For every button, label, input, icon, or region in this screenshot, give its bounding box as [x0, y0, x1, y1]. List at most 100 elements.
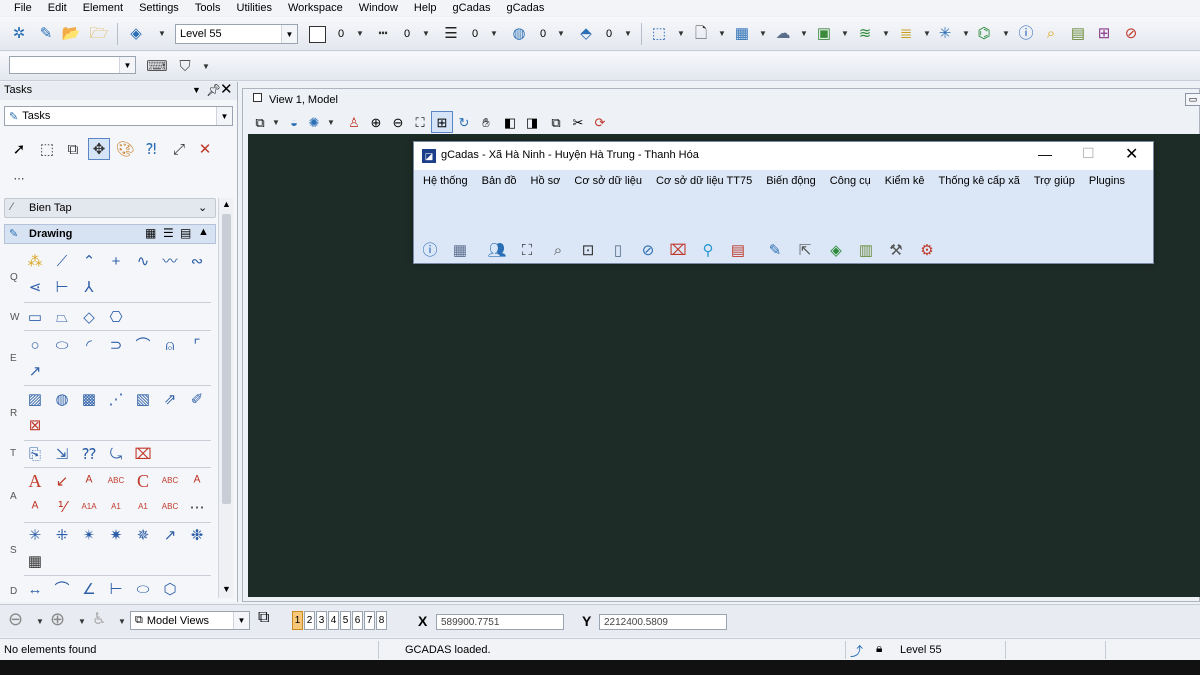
view-list-icon[interactable]: ☰	[163, 226, 174, 240]
cube-icon[interactable]: ⬚	[648, 22, 670, 44]
view-button-4[interactable]: 4	[328, 611, 339, 630]
menu-edit[interactable]: Edit	[38, 2, 73, 14]
new-file-icon[interactable]: ✲	[8, 22, 30, 44]
report-icon[interactable]: ▤	[727, 239, 749, 261]
dialog-menu-ban-do[interactable]: Bản đồ	[475, 175, 524, 187]
text-query-icon[interactable]: ABC	[159, 470, 181, 492]
transparency-globe-icon[interactable]: ◍	[508, 22, 530, 44]
color-swatch-icon[interactable]	[309, 26, 326, 43]
maximize-button[interactable]: ☐	[1082, 145, 1095, 162]
match-pattern-icon[interactable]: ⇗	[159, 388, 181, 410]
info-icon[interactable]: ⓘ	[419, 239, 441, 261]
command-combo[interactable]: ▼	[9, 56, 136, 74]
dialog-menu-kiem-ke[interactable]: Kiểm kê	[878, 175, 932, 187]
view-button-7[interactable]: 7	[364, 611, 375, 630]
chevron-down-icon[interactable]: ▼	[624, 29, 632, 38]
chevron-down-icon[interactable]: ▼	[490, 29, 498, 38]
dialog-menu-thong-ke[interactable]: Thống kê cấp xã	[932, 175, 1027, 187]
book-icon[interactable]: ▥	[855, 239, 877, 261]
copy-view-icon[interactable]: ⧉	[545, 111, 567, 133]
chevron-down-icon[interactable]: ▼	[36, 617, 44, 626]
pan-view-icon[interactable]: ✋︎	[475, 111, 497, 133]
hatch-icon[interactable]: ▨	[24, 388, 46, 410]
chevron-down-icon[interactable]: ▼	[356, 29, 364, 38]
view-detail-icon[interactable]: ▤	[180, 226, 191, 240]
close-button[interactable]: ✕	[1125, 144, 1138, 164]
chevron-down-icon[interactable]: ▼	[281, 25, 297, 43]
chevron-down-icon[interactable]: ▼	[677, 29, 685, 38]
view-button-2[interactable]: 2	[304, 611, 315, 630]
table-icon[interactable]: ▦	[449, 239, 471, 261]
tag-arrow-icon[interactable]: ↗	[159, 524, 181, 546]
rotate-view-icon[interactable]: ↻	[453, 111, 475, 133]
section-bien-tap[interactable]: ⁄ Bien Tap ⌄	[4, 198, 216, 218]
table-icon[interactable]: ▦	[24, 550, 46, 572]
tasks-dropdown[interactable]: ✎ Tasks ▼	[4, 106, 233, 126]
place-text-icon[interactable]: A	[24, 470, 46, 492]
menu-gcadas-2[interactable]: gCadas	[496, 2, 550, 14]
chevron-down-icon[interactable]: ▼	[272, 118, 280, 127]
chevron-down-icon[interactable]: ▼	[557, 29, 565, 38]
priority-icon[interactable]: ⬘	[575, 22, 597, 44]
back-icon[interactable]: ⊖	[8, 609, 23, 630]
layers-icon[interactable]: ≋	[854, 22, 876, 44]
replace-cell-icon[interactable]: ⤿	[105, 443, 127, 465]
menu-file[interactable]: File	[4, 2, 38, 14]
chevron-down-icon[interactable]: ▼	[718, 29, 726, 38]
chevron-down-icon[interactable]: ▼	[216, 107, 232, 125]
view-button-8[interactable]: 8	[376, 611, 387, 630]
light-icon[interactable]: ✺	[303, 111, 325, 133]
dimension-element-icon[interactable]: ⊢	[105, 578, 127, 600]
chevron-down-icon[interactable]: ▼	[78, 617, 86, 626]
multiline-icon[interactable]: ⋖	[24, 276, 46, 298]
menu-gcadas-1[interactable]: gCadas	[443, 2, 497, 14]
freehand-icon[interactable]: 〰	[159, 250, 181, 272]
select-cell-icon[interactable]: ⇲	[51, 443, 73, 465]
chevron-down-icon[interactable]: ▼	[222, 584, 231, 594]
dimension-linear-icon[interactable]: ↔	[24, 578, 46, 600]
view-button-5[interactable]: 5	[340, 611, 351, 630]
minimize-button[interactable]: —	[1038, 146, 1052, 162]
chevron-down-icon[interactable]: ▼	[800, 29, 808, 38]
curve-icon[interactable]: ∾	[186, 250, 208, 272]
chevron-down-icon[interactable]: ▼	[962, 29, 970, 38]
chevron-down-icon[interactable]: ▼	[422, 29, 430, 38]
edit-doc-icon[interactable]: ✎	[764, 239, 786, 261]
ellipse-icon[interactable]: ⬭	[51, 334, 73, 356]
dialog-menu-plugins[interactable]: Plugins	[1082, 175, 1132, 187]
menu-utilities[interactable]: Utilities	[227, 2, 278, 14]
select-arrow-icon[interactable]: ➚	[8, 138, 30, 160]
zoom-in-icon[interactable]: ⊕	[365, 111, 387, 133]
drop-cell-icon[interactable]: ⌧	[132, 443, 154, 465]
view-button-1[interactable]: 1	[292, 611, 303, 630]
batch-icon[interactable]: ▤	[1067, 22, 1089, 44]
change-case-icon[interactable]: C	[132, 470, 154, 492]
point-icon[interactable]: +	[105, 250, 127, 272]
no-entry-icon[interactable]: ⊘	[1120, 22, 1142, 44]
chevron-down-icon[interactable]: ▼	[118, 617, 126, 626]
tag-query-icon[interactable]: ✵	[132, 524, 154, 546]
show-pattern-icon[interactable]: ▧	[132, 388, 154, 410]
tag-set-icon[interactable]: ❉	[186, 524, 208, 546]
chevron-down-icon[interactable]: ▼	[192, 85, 201, 95]
arc-icon[interactable]: ◜	[78, 334, 100, 356]
menu-element[interactable]: Element	[73, 2, 129, 14]
tools-icon[interactable]: ⚒	[885, 239, 907, 261]
tag-review-icon[interactable]: ✴	[78, 524, 100, 546]
level-manager-icon[interactable]: ◈	[125, 22, 147, 44]
identify-cell-icon[interactable]: ⁇	[78, 443, 100, 465]
section-drawing[interactable]: ✎ Drawing ▦ ☰ ▤ ▲	[4, 224, 216, 244]
box-icon[interactable]: ⬡	[159, 578, 181, 600]
rectangle-icon[interactable]: ▭	[24, 306, 46, 328]
number-text-icon[interactable]: A1	[105, 496, 127, 518]
linear-pattern-icon[interactable]: ⋰	[105, 388, 127, 410]
half-ellipse-icon[interactable]: ⌒	[132, 334, 154, 356]
chevron-down-icon[interactable]: ▼	[841, 29, 849, 38]
fit-view-icon[interactable]: ⊞	[431, 111, 453, 133]
window-area-icon[interactable]: ⛶	[409, 111, 431, 133]
regular-polygon-icon[interactable]: ⎔	[105, 306, 127, 328]
chevron-down-icon[interactable]: ▼	[759, 29, 767, 38]
line-weight-icon[interactable]: ☰	[440, 22, 462, 44]
quarter-arc-icon[interactable]: ⌜	[186, 334, 208, 356]
chevron-down-icon[interactable]: ▼	[923, 29, 931, 38]
